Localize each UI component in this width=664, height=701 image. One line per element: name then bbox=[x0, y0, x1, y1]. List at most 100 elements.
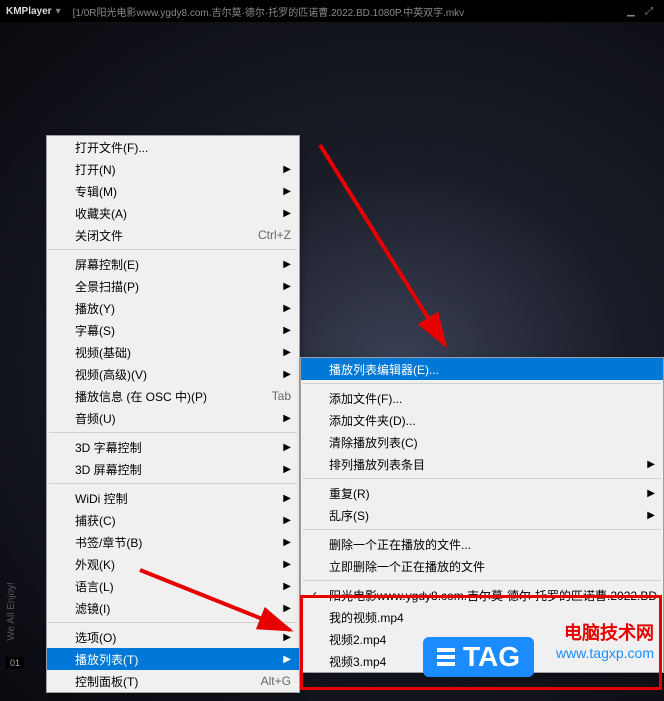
context-menu-main: 打开文件(F)...打开(N)▶专辑(M)▶收藏夹(A)▶关闭文件Ctrl+Z屏… bbox=[46, 135, 300, 693]
submenu-arrow-icon: ▶ bbox=[283, 303, 291, 314]
menu-item-label: 视频2.mp4 bbox=[329, 631, 386, 648]
submenu-arrow-icon: ▶ bbox=[283, 281, 291, 292]
menu-item-label: 关闭文件 bbox=[75, 227, 123, 244]
brand-dropdown-icon[interactable]: ▾ bbox=[56, 6, 61, 17]
main-menu-item-1[interactable]: 打开(N)▶ bbox=[47, 158, 299, 180]
minimize-icon[interactable]: ▁ bbox=[622, 6, 640, 17]
playlist-menu-item-10[interactable]: 删除一个正在播放的文件... bbox=[301, 533, 663, 555]
playlist-menu-item-4[interactable]: 清除播放列表(C) bbox=[301, 431, 663, 453]
playlist-menu-item-5[interactable]: 排列播放列表条目 ▶ bbox=[301, 453, 663, 475]
menu-item-label: 书签/章节(B) bbox=[75, 534, 142, 551]
main-menu-item-20[interactable]: 书签/章节(B) ▶ bbox=[47, 531, 299, 553]
menu-item-label: 音频(U) bbox=[75, 410, 116, 427]
playlist-menu-separator bbox=[303, 478, 661, 479]
title-filename: [1/0R阳光电影www.ygdy8.com.吉尔莫·德尔·托罗的匹诺曹.202… bbox=[73, 4, 622, 19]
site-url: www.tagxp.com bbox=[556, 645, 654, 661]
site-name: 电脑技术网 bbox=[556, 619, 654, 645]
maximize-icon[interactable]: ⤢ bbox=[640, 6, 658, 17]
hamburger-icon bbox=[437, 648, 455, 666]
main-menu-item-12[interactable]: 播放信息 (在 OSC 中)(P) Tab bbox=[47, 385, 299, 407]
main-menu-item-21[interactable]: 外观(K)▶ bbox=[47, 553, 299, 575]
main-menu-item-18[interactable]: WiDi 控制 ▶ bbox=[47, 487, 299, 509]
submenu-arrow-icon: ▶ bbox=[283, 259, 291, 270]
menu-item-label: 播放信息 (在 OSC 中)(P) bbox=[75, 388, 207, 405]
menu-item-label: 语言(L) bbox=[75, 578, 114, 595]
main-menu-item-11[interactable]: 视频(高级)(V) ▶ bbox=[47, 363, 299, 385]
menu-item-label: 视频(高级)(V) bbox=[75, 366, 147, 383]
submenu-arrow-icon: ▶ bbox=[283, 164, 291, 175]
menu-item-label: 专辑(M) bbox=[75, 183, 117, 200]
main-menu-separator bbox=[49, 483, 297, 484]
site-watermark: 电脑技术网 www.tagxp.com bbox=[556, 619, 654, 661]
submenu-arrow-icon: ▶ bbox=[283, 325, 291, 336]
menu-item-label: 清除播放列表(C) bbox=[329, 434, 418, 451]
check-icon: ✓ bbox=[309, 589, 318, 602]
menu-item-label: WiDi 控制 bbox=[75, 490, 128, 507]
submenu-arrow-icon: ▶ bbox=[647, 488, 655, 499]
main-menu-item-10[interactable]: 视频(基础) ▶ bbox=[47, 341, 299, 363]
menu-item-label: 滤镜(I) bbox=[75, 600, 110, 617]
menu-item-label: 字幕(S) bbox=[75, 322, 115, 339]
submenu-arrow-icon: ▶ bbox=[283, 537, 291, 548]
main-menu-item-8[interactable]: 播放(Y) ▶ bbox=[47, 297, 299, 319]
tag-badge: TAG bbox=[423, 637, 534, 677]
side-badge: 01 bbox=[6, 657, 24, 669]
menu-item-label: 捕获(C) bbox=[75, 512, 116, 529]
menu-item-label: 播放(Y) bbox=[75, 300, 115, 317]
menu-item-label: 屏幕控制(E) bbox=[75, 256, 139, 273]
playlist-menu-separator bbox=[303, 580, 661, 581]
menu-item-label: 我的视频.mp4 bbox=[329, 609, 404, 626]
main-menu-item-15[interactable]: 3D 字幕控制▶ bbox=[47, 436, 299, 458]
main-menu-item-0[interactable]: 打开文件(F)... bbox=[47, 136, 299, 158]
menu-item-shortcut: Ctrl+Z bbox=[238, 228, 291, 242]
main-menu-item-22[interactable]: 语言(L)▶ bbox=[47, 575, 299, 597]
playlist-menu-item-3[interactable]: 添加文件夹(D)... bbox=[301, 409, 663, 431]
menu-item-label: 视频(基础) bbox=[75, 344, 131, 361]
main-menu-item-2[interactable]: 专辑(M)▶ bbox=[47, 180, 299, 202]
titlebar: KMPlayer ▾ [1/0R阳光电影www.ygdy8.com.吉尔莫·德尔… bbox=[0, 0, 664, 22]
app-brand: KMPlayer bbox=[6, 6, 52, 17]
menu-item-label: 删除一个正在播放的文件... bbox=[329, 536, 471, 553]
submenu-arrow-icon: ▶ bbox=[647, 459, 655, 470]
main-menu-item-23[interactable]: 滤镜(I) ▶ bbox=[47, 597, 299, 619]
submenu-arrow-icon: ▶ bbox=[283, 559, 291, 570]
main-menu-item-26[interactable]: 播放列表(T)▶ bbox=[47, 648, 299, 670]
menu-item-label: 重复(R) bbox=[329, 485, 370, 502]
main-menu-item-25[interactable]: 选项(O)▶ bbox=[47, 626, 299, 648]
main-menu-item-3[interactable]: 收藏夹(A)▶ bbox=[47, 202, 299, 224]
submenu-arrow-icon: ▶ bbox=[283, 515, 291, 526]
menu-item-shortcut: Tab bbox=[252, 389, 291, 403]
submenu-arrow-icon: ▶ bbox=[283, 347, 291, 358]
submenu-arrow-icon: ▶ bbox=[283, 493, 291, 504]
playlist-menu-item-8[interactable]: 乱序(S) ▶ bbox=[301, 504, 663, 526]
submenu-arrow-icon: ▶ bbox=[283, 603, 291, 614]
menu-item-label: 播放列表编辑器(E)... bbox=[329, 361, 439, 378]
main-menu-item-27[interactable]: 控制面板(T)Alt+G bbox=[47, 670, 299, 692]
main-menu-item-19[interactable]: 捕获(C) ▶ bbox=[47, 509, 299, 531]
main-menu-item-16[interactable]: 3D 屏幕控制▶ bbox=[47, 458, 299, 480]
main-menu-item-4[interactable]: 关闭文件 Ctrl+Z bbox=[47, 224, 299, 246]
playlist-menu-item-2[interactable]: 添加文件(F)... bbox=[301, 387, 663, 409]
main-menu-separator bbox=[49, 622, 297, 623]
playlist-menu-item-13[interactable]: ✓ 阳光电影www.ygdy8.com.吉尔莫·德尔·托罗的匹诺曹.2022.BD bbox=[301, 584, 663, 606]
menu-item-label: 3D 屏幕控制 bbox=[75, 461, 142, 478]
menu-item-label: 乱序(S) bbox=[329, 507, 369, 524]
submenu-arrow-icon: ▶ bbox=[647, 510, 655, 521]
submenu-arrow-icon: ▶ bbox=[283, 442, 291, 453]
main-menu-separator bbox=[49, 432, 297, 433]
main-menu-item-9[interactable]: 字幕(S) ▶ bbox=[47, 319, 299, 341]
submenu-arrow-icon: ▶ bbox=[283, 208, 291, 219]
main-menu-item-13[interactable]: 音频(U)▶ bbox=[47, 407, 299, 429]
menu-item-shortcut: Alt+G bbox=[241, 674, 291, 688]
playlist-menu-item-11[interactable]: 立即删除一个正在播放的文件 bbox=[301, 555, 663, 577]
main-menu-item-6[interactable]: 屏幕控制(E) ▶ bbox=[47, 253, 299, 275]
menu-item-label: 阳光电影www.ygdy8.com.吉尔莫·德尔·托罗的匹诺曹.2022.BD bbox=[329, 587, 657, 604]
playlist-menu-item-0[interactable]: 播放列表编辑器(E)... bbox=[301, 358, 663, 380]
menu-item-label: 排列播放列表条目 bbox=[329, 456, 425, 473]
menu-item-label: 打开文件(F)... bbox=[75, 139, 148, 156]
main-menu-item-7[interactable]: 全景扫描(P)▶ bbox=[47, 275, 299, 297]
playlist-menu-separator bbox=[303, 383, 661, 384]
playlist-menu-item-7[interactable]: 重复(R) ▶ bbox=[301, 482, 663, 504]
menu-item-label: 播放列表(T) bbox=[75, 651, 138, 668]
submenu-arrow-icon: ▶ bbox=[283, 369, 291, 380]
